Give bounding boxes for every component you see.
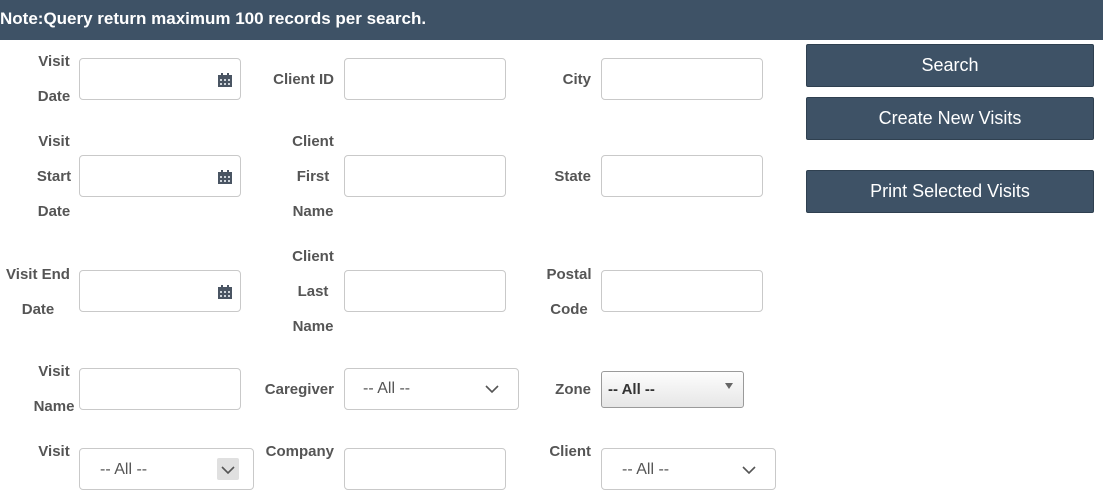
client-select-value: -- All -- (622, 461, 670, 478)
client-last-label-line3: Name (292, 318, 334, 335)
dropdown-arrow-icon (725, 383, 733, 389)
company-field[interactable] (344, 448, 506, 490)
visit-end-date-field[interactable] (79, 270, 241, 312)
client-id-label: Client ID (273, 71, 334, 88)
visit-name-label-line2: Name (33, 398, 75, 415)
zone-select[interactable]: -- All -- (601, 371, 744, 408)
client-select[interactable]: -- All -- (601, 448, 776, 490)
visit-date-field[interactable] (79, 58, 241, 100)
city-field[interactable] (601, 58, 763, 100)
visit-name-label: Visit Name (30, 354, 78, 424)
visit-end-label-line1: Visit End (6, 266, 70, 283)
client-first-name-field[interactable] (344, 155, 506, 197)
print-selected-visits-button[interactable]: Print Selected Visits (806, 170, 1094, 213)
visit-date-label-line2: Date (37, 88, 71, 105)
visit-name-field[interactable] (79, 368, 241, 410)
client-last-label-line1: Client (292, 248, 334, 265)
caregiver-select[interactable]: -- All -- (344, 368, 519, 410)
calendar-icon[interactable] (217, 72, 233, 88)
zone-select-value: -- All -- (608, 381, 655, 398)
visit-start-date-field[interactable] (79, 155, 241, 197)
postal-label-line2: Code (550, 301, 588, 318)
client-last-label-line2: Last (297, 283, 329, 300)
client-last-name-label: Client Last Name (286, 239, 340, 344)
zone-label: Zone (555, 381, 591, 398)
visit-name-label-line1: Visit (38, 363, 70, 380)
client-first-name-label: Client First Name (286, 124, 340, 229)
client-last-name-field[interactable] (344, 270, 506, 312)
visit-select[interactable]: -- All -- (79, 448, 254, 490)
create-new-visits-button[interactable]: Create New Visits (806, 97, 1094, 140)
chevron-down-icon (742, 466, 756, 475)
client-first-label-line3: Name (292, 203, 334, 220)
visit-start-label-line3: Date (37, 203, 71, 220)
caregiver-label: Caregiver (264, 381, 334, 398)
chevron-down-icon (485, 385, 499, 394)
visit-date-label-line1: Visit (38, 53, 70, 70)
postal-code-field[interactable] (601, 270, 763, 312)
client-id-field[interactable] (344, 58, 506, 100)
caregiver-select-value: -- All -- (363, 380, 411, 397)
visit-start-date-label: Visit Start Date (30, 124, 78, 229)
client-label: Client (549, 443, 591, 460)
visit-start-label-line2: Start (36, 168, 72, 185)
visit-date-label: Visit Date (30, 44, 78, 114)
calendar-icon[interactable] (217, 284, 233, 300)
visit-end-label-line2: Date (21, 301, 55, 318)
visit-select-value: -- All -- (100, 461, 148, 478)
state-field[interactable] (601, 155, 763, 197)
calendar-icon[interactable] (217, 169, 233, 185)
postal-code-label: Postal Code (540, 257, 598, 327)
client-first-label-line1: Client (292, 133, 334, 150)
query-limit-note: Note:Query return maximum 100 records pe… (0, 0, 1103, 40)
state-label: State (554, 168, 591, 185)
company-label: Company (265, 443, 334, 460)
visit-end-date-label: Visit End Date (2, 257, 74, 327)
visit-type-label: Visit (38, 443, 70, 460)
client-first-label-line2: First (296, 168, 330, 185)
city-label: City (562, 71, 591, 88)
visit-start-label-line1: Visit (38, 133, 70, 150)
search-button[interactable]: Search (806, 44, 1094, 87)
postal-label-line1: Postal (546, 266, 592, 283)
